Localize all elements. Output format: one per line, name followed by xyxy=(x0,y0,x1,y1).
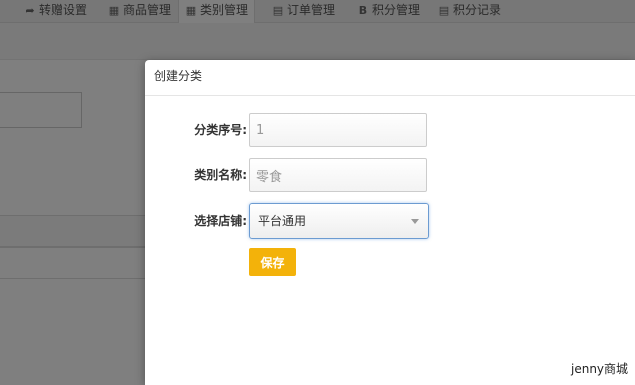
store-select[interactable]: 平台通用 xyxy=(249,203,429,239)
save-button[interactable]: 保存 xyxy=(249,248,296,276)
chevron-down-icon xyxy=(411,219,419,224)
brand-text: jenny商城 xyxy=(571,362,629,376)
sort-number-input[interactable] xyxy=(249,113,427,147)
category-name-input[interactable] xyxy=(249,158,427,192)
sort-number-label: 分类序号: xyxy=(194,123,247,137)
store-select-label: 选择店铺: xyxy=(194,214,247,228)
create-category-dialog: 创建分类 分类序号: 类别名称: 选择店铺: 平台通用 保存 jenny商城 xyxy=(145,60,635,385)
store-select-value: 平台通用 xyxy=(258,214,307,228)
dialog-title: 创建分类 xyxy=(145,60,635,96)
category-name-label: 类别名称: xyxy=(194,168,247,182)
